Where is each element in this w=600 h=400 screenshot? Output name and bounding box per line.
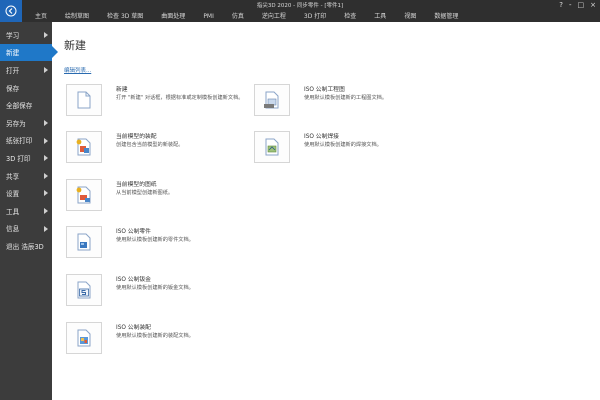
sidebar-item-save-all[interactable]: 全部保存 bbox=[0, 96, 52, 114]
new-card[interactable]: 新建 打开 "新建" 对话框，根据标准或定制模板创建新文档。 bbox=[66, 84, 243, 116]
iso-drawing-icon bbox=[254, 84, 290, 116]
chevron-right-icon bbox=[44, 137, 48, 144]
window-controls: ? - □ × bbox=[559, 1, 596, 10]
title-bar: 指尖3D 2020 - 同步零件 - [零件1] 主页 绘制草图 检查 3D 草… bbox=[0, 0, 600, 22]
sidebar-item-label: 退出 浩辰3D bbox=[6, 242, 44, 251]
card-description: 使用默认模板创建新的钣金文档。 bbox=[116, 285, 194, 291]
sidebar-item-new[interactable]: 新建 bbox=[0, 43, 58, 62]
card-description: 使用默认模板创建新的零件文档。 bbox=[116, 237, 194, 243]
sidebar-item-label: 新建 bbox=[6, 49, 20, 58]
tab-tools[interactable]: 工具 bbox=[365, 12, 395, 21]
tab-surfacing[interactable]: 曲面处理 bbox=[152, 12, 194, 21]
sidebar-item-info[interactable]: 信息 bbox=[0, 220, 52, 238]
tab-3d-sketch[interactable]: 检查 3D 草图 bbox=[98, 12, 152, 21]
card-description: 使用默认模板创建新的焊接文档。 bbox=[304, 142, 382, 148]
tab-home[interactable]: 主页 bbox=[26, 12, 56, 21]
sidebar-item-label: 共享 bbox=[6, 172, 20, 181]
sidebar-item-label: 纸张打印 bbox=[6, 137, 33, 146]
maximize-button[interactable]: □ bbox=[578, 1, 585, 10]
iso-sheet-metal-icon bbox=[66, 274, 102, 306]
drawing-from-model-icon bbox=[66, 179, 102, 211]
sidebar-item-save-as[interactable]: 另存为 bbox=[0, 114, 52, 132]
card-title: ISO 公制零件 bbox=[116, 229, 151, 235]
sidebar-item-label: 信息 bbox=[6, 225, 20, 234]
chevron-right-icon bbox=[44, 172, 48, 179]
chevron-right-icon bbox=[44, 225, 48, 232]
chevron-right-icon bbox=[44, 119, 48, 126]
card-title: 当前模型的图纸 bbox=[116, 182, 157, 188]
blank-document-icon bbox=[66, 84, 102, 116]
minimize-button[interactable]: - bbox=[569, 1, 572, 10]
window-title: 指尖3D 2020 - 同步零件 - [零件1] bbox=[256, 3, 344, 9]
sidebar-item-label: 保存 bbox=[6, 84, 20, 93]
card-description: 使用默认模板创建新的工程图文档。 bbox=[304, 95, 388, 101]
chevron-right-icon bbox=[44, 155, 48, 162]
tab-inspect[interactable]: 检查 bbox=[335, 12, 365, 21]
assembly-from-model-icon bbox=[66, 131, 102, 163]
tab-simulation[interactable]: 仿真 bbox=[223, 12, 253, 21]
chevron-right-icon bbox=[44, 32, 48, 38]
page-title: 新建 bbox=[64, 39, 86, 52]
card-title: ISO 公制焊接 bbox=[304, 134, 339, 140]
sidebar-item-3d-print[interactable]: 3D 打印 bbox=[0, 149, 52, 167]
help-button[interactable]: ? bbox=[559, 1, 563, 10]
iso-part-icon bbox=[66, 226, 102, 258]
card-title: ISO 公制钣金 bbox=[116, 277, 151, 283]
iso-drawing-card[interactable]: ISO 公制工程图 使用默认模板创建新的工程图文档。 bbox=[254, 84, 387, 116]
sidebar-item-label: 设置 bbox=[6, 190, 20, 199]
iso-weldment-icon bbox=[254, 131, 290, 163]
chevron-right-icon bbox=[44, 190, 48, 197]
sidebar-item-save[interactable]: 保存 bbox=[0, 79, 52, 97]
sidebar-item-open[interactable]: 打开 bbox=[0, 61, 52, 79]
assembly-from-model-card[interactable]: 当前模型的装配 创建包含当前模型的新装配。 bbox=[66, 131, 183, 163]
sidebar-item-label: 另存为 bbox=[6, 119, 26, 128]
ribbon-tabs: 主页 绘制草图 检查 3D 草图 曲面处理 PMI 仿真 逆向工程 3D 打印 … bbox=[26, 12, 467, 21]
drawing-from-model-card[interactable]: 当前模型的图纸 从当前模型创建新图纸。 bbox=[66, 179, 173, 211]
sidebar-item-print[interactable]: 纸张打印 bbox=[0, 132, 52, 150]
iso-weldment-card[interactable]: ISO 公制焊接 使用默认模板创建新的焊接文档。 bbox=[254, 131, 382, 163]
sidebar-item-share[interactable]: 共享 bbox=[0, 167, 52, 185]
sidebar-item-exit[interactable]: 退出 浩辰3D bbox=[0, 237, 52, 255]
sidebar-item-label: 学习 bbox=[6, 31, 20, 40]
chevron-right-icon bbox=[44, 67, 48, 74]
tab-view[interactable]: 视图 bbox=[395, 12, 425, 21]
iso-sheet-metal-card[interactable]: ISO 公制钣金 使用默认模板创建新的钣金文档。 bbox=[66, 274, 194, 306]
close-button[interactable]: × bbox=[590, 1, 596, 10]
sidebar-item-settings[interactable]: 设置 bbox=[0, 184, 52, 202]
tab-reverse-engineering[interactable]: 逆向工程 bbox=[253, 12, 295, 21]
edit-list-link[interactable]: 编辑列表... bbox=[64, 66, 91, 74]
sidebar-item-label: 3D 打印 bbox=[6, 154, 31, 163]
card-title: ISO 公制装配 bbox=[116, 325, 151, 331]
sidebar-item-label: 全部保存 bbox=[6, 102, 33, 111]
card-description: 从当前模型创建新图纸。 bbox=[116, 190, 174, 196]
iso-assembly-icon bbox=[66, 322, 102, 354]
chevron-right-icon bbox=[44, 207, 48, 214]
iso-part-card[interactable]: ISO 公制零件 使用默认模板创建新的零件文档。 bbox=[66, 226, 194, 258]
card-title: 新建 bbox=[116, 87, 128, 93]
sidebar-item-tools[interactable]: 工具 bbox=[0, 202, 52, 220]
tab-3d-print[interactable]: 3D 打印 bbox=[295, 12, 335, 21]
iso-assembly-card[interactable]: ISO 公制装配 使用默认模板创建新的装配文档。 bbox=[66, 322, 194, 354]
tab-data-management[interactable]: 数据管理 bbox=[425, 12, 467, 21]
sidebar-item-label: 工具 bbox=[6, 207, 20, 216]
card-description: 使用默认模板创建新的装配文档。 bbox=[116, 333, 194, 339]
backstage-sidebar: 学习 新建 打开 保存 全部保存 另存为 纸张打印 3D 打印 共享 设置 工具… bbox=[0, 22, 58, 400]
card-description: 打开 "新建" 对话框，根据标准或定制模板创建新文档。 bbox=[116, 95, 244, 101]
card-title: 当前模型的装配 bbox=[116, 134, 157, 140]
card-title: ISO 公制工程图 bbox=[304, 87, 345, 93]
sidebar-item-label: 打开 bbox=[6, 66, 20, 75]
tab-pmi[interactable]: PMI bbox=[194, 12, 223, 21]
card-description: 创建包含当前模型的新装配。 bbox=[116, 142, 184, 148]
tab-sketch[interactable]: 绘制草图 bbox=[56, 12, 98, 21]
sidebar-item-learn[interactable]: 学习 bbox=[0, 26, 52, 44]
